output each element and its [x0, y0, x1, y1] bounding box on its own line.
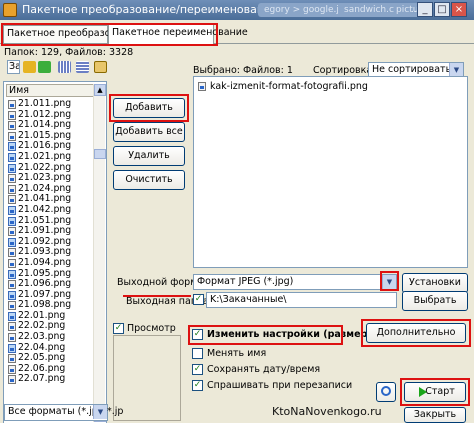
image-file-icon — [8, 354, 16, 364]
watermark-text: KtoNaNovenkogo.ru — [272, 405, 382, 418]
scroll-thumb[interactable] — [94, 149, 106, 159]
image-file-icon — [8, 100, 16, 109]
image-file-icon — [8, 131, 16, 141]
preview-checkbox[interactable]: ✓ — [113, 323, 124, 334]
folder-up-icon[interactable] — [23, 61, 36, 73]
output-format-value: Формат JPEG (*.jpg) — [197, 276, 294, 287]
change-name-checkbox[interactable] — [192, 348, 203, 359]
image-file-icon — [8, 258, 16, 268]
output-format-select[interactable]: Формат JPEG (*.jpg) ▼ — [193, 274, 397, 290]
image-file-icon — [8, 184, 16, 194]
column-header-name[interactable]: Имя — [6, 84, 94, 97]
image-file-icon — [8, 333, 16, 343]
selected-count: Выбрано: Файлов: 1 — [193, 65, 293, 76]
image-file-icon — [198, 82, 206, 91]
list-item[interactable]: 22.07.png — [6, 374, 96, 385]
ask-overwrite-checkbox[interactable]: ✓ — [192, 380, 203, 391]
chevron-down-icon[interactable]: ▼ — [449, 63, 463, 77]
resize-settings-checkbox[interactable]: ✓ — [192, 329, 203, 340]
image-file-icon — [8, 163, 16, 173]
refresh-icon[interactable] — [38, 61, 51, 73]
play-icon — [419, 387, 427, 397]
chevron-down-icon[interactable]: ▼ — [93, 405, 107, 419]
background-tab[interactable]: picture — [394, 3, 427, 17]
advanced-button[interactable]: Дополнительно — [366, 323, 466, 343]
image-file-icon — [8, 152, 16, 162]
output-folder-value: K:\Закачанные\ — [210, 294, 287, 305]
minimize-button[interactable]: _ — [417, 2, 433, 17]
add-all-button[interactable]: Добавить все — [113, 122, 185, 142]
output-folder-field[interactable]: K:\Закачанные\ — [206, 292, 397, 308]
start-label: Старт — [425, 386, 455, 397]
change-name-label[interactable]: Менять имя — [207, 348, 266, 359]
window-title: Пакетное преобразование/переименование — [22, 3, 278, 16]
maximize-button[interactable]: □ — [434, 2, 450, 17]
file-list[interactable]: Имя 21.011.png 21.012.png 21.014.png 21.… — [3, 81, 107, 423]
image-file-icon — [8, 364, 16, 374]
image-file-icon — [8, 301, 16, 311]
magnifier-icon — [381, 386, 391, 396]
resize-settings-label[interactable]: Изменить настройки (размеры)... — [207, 329, 391, 340]
list-view-icon[interactable] — [58, 61, 71, 73]
preview-label: Просмотр — [127, 323, 176, 334]
keep-date-label[interactable]: Сохранять дату/время — [207, 364, 320, 375]
output-folder-checkbox[interactable]: ✓ — [193, 294, 204, 305]
path-field[interactable]: За — [7, 60, 20, 74]
image-file-icon — [8, 375, 16, 385]
image-file-icon — [8, 174, 16, 184]
settings-button[interactable]: Установки — [402, 273, 468, 293]
start-button[interactable]: Старт — [404, 382, 466, 402]
add-button[interactable]: Добавить — [113, 98, 185, 118]
list-item[interactable]: kak-izmenit-format-fotografii.png — [198, 81, 368, 92]
chevron-down-icon[interactable]: ▼ — [382, 275, 396, 289]
image-file-icon — [8, 195, 16, 205]
app-icon — [3, 3, 17, 17]
image-file-icon — [8, 142, 16, 152]
sort-select-value: Не сортировать — [372, 64, 452, 75]
image-file-icon — [8, 311, 16, 321]
scroll-up-icon[interactable]: ▲ — [94, 84, 106, 96]
remove-button[interactable]: Удалить — [113, 146, 185, 166]
title-bar: Пакетное преобразование/переименование e… — [0, 0, 474, 20]
image-file-icon — [8, 205, 16, 215]
details-view-icon[interactable] — [76, 61, 89, 73]
browse-button[interactable]: Выбрать — [402, 291, 468, 311]
image-file-icon — [8, 216, 16, 226]
keep-date-checkbox[interactable]: ✓ — [192, 364, 203, 375]
format-filter-select[interactable]: Все форматы (*.jpg;*.jp ▼ — [4, 404, 123, 421]
image-file-icon — [8, 269, 16, 279]
image-file-icon — [8, 110, 16, 120]
folder-info: Папок: 129, Файлов: 3328 — [4, 47, 134, 58]
tab-batch-convert[interactable]: Пакетное преобразование — [3, 25, 140, 43]
image-file-icon — [8, 237, 16, 247]
close-window-button[interactable]: × — [451, 2, 467, 17]
image-file-icon — [8, 322, 16, 332]
image-file-icon — [8, 248, 16, 258]
thumbnails-view-icon[interactable] — [94, 61, 107, 73]
file-list-scrollbar[interactable]: ▲ ▼ — [93, 84, 106, 422]
close-button[interactable]: Закрыть — [404, 407, 466, 423]
ask-overwrite-label[interactable]: Спрашивать при перезаписи — [207, 380, 352, 391]
tab-batch-rename[interactable]: Пакетное переименование — [108, 24, 248, 44]
clear-button[interactable]: Очистить — [113, 170, 185, 190]
image-file-icon — [8, 280, 16, 290]
image-file-icon — [8, 290, 16, 300]
file-rows: 21.011.png 21.012.png 21.014.png 21.015.… — [6, 98, 96, 385]
image-file-icon — [8, 121, 16, 131]
image-file-icon — [8, 227, 16, 237]
sort-label: Сортировка: — [313, 65, 376, 76]
image-file-icon — [8, 343, 16, 353]
selected-files-list[interactable]: kak-izmenit-format-fotografii.png — [193, 76, 468, 268]
preview-tool-button[interactable] — [376, 382, 396, 402]
